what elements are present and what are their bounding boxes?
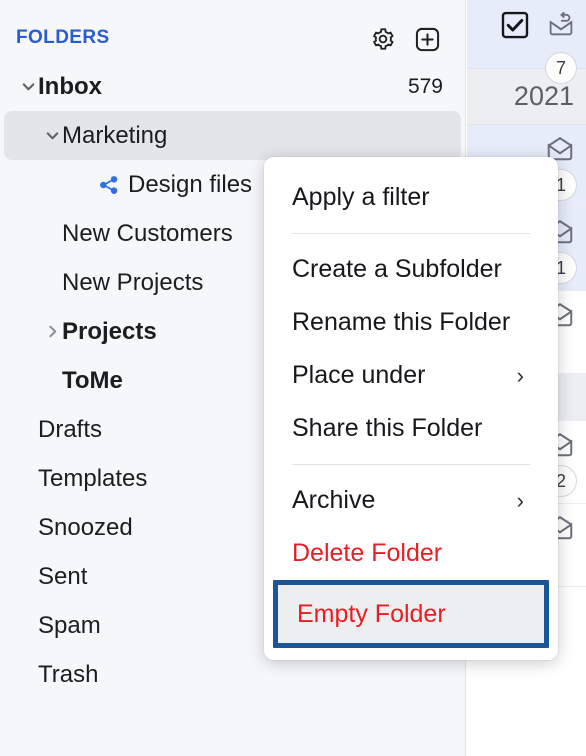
- sidebar-item-label: Marketing: [62, 121, 168, 149]
- chevron-right-icon[interactable]: [42, 323, 62, 340]
- page-title: FOLDERS: [16, 27, 110, 48]
- chevron-down-icon[interactable]: [42, 127, 62, 144]
- menu-item-label: Archive: [292, 486, 376, 514]
- menu-separator: [292, 464, 530, 465]
- select-all-checkbox[interactable]: [500, 10, 530, 45]
- sidebar-item-label: Trash: [38, 660, 99, 688]
- submenu-chevron-right-icon: ›: [516, 362, 524, 388]
- folder-unread-count: 579: [407, 74, 443, 98]
- menu-item-label: Empty Folder: [297, 599, 446, 628]
- menu-item-label: Delete Folder: [292, 539, 443, 567]
- chevron-down-icon[interactable]: [18, 78, 38, 95]
- submenu-chevron-right-icon: ›: [516, 487, 524, 513]
- menu-item-archive[interactable]: Archive ›: [264, 474, 558, 527]
- sidebar-item-label: Snoozed: [38, 513, 133, 541]
- menu-item-place-under[interactable]: Place under ›: [264, 349, 558, 402]
- menu-item-share-this-folder[interactable]: Share this Folder: [264, 402, 558, 455]
- sidebar-item-label: New Customers: [62, 219, 233, 247]
- sidebar-item-label: Spam: [38, 611, 101, 639]
- menu-item-apply-a-filter[interactable]: Apply a filter: [264, 171, 558, 224]
- menu-item-label: Create a Subfolder: [292, 255, 502, 283]
- sidebar-item-label: Drafts: [38, 415, 103, 443]
- sidebar-item-label: Design files: [128, 170, 253, 198]
- menu-item-create-a-subfolder[interactable]: Create a Subfolder: [264, 243, 558, 296]
- status-badge: 7: [545, 52, 577, 84]
- menu-item-delete-folder[interactable]: Delete Folder: [264, 527, 558, 580]
- share-icon: [96, 174, 122, 196]
- menu-item-label: Rename this Folder: [292, 308, 511, 336]
- menu-item-empty-folder[interactable]: Empty Folder: [273, 580, 549, 648]
- folder-context-menu: Apply a filter Create a Subfolder Rename t…: [264, 157, 558, 660]
- add-folder-icon[interactable]: [413, 25, 441, 53]
- sidebar-item-marketing[interactable]: Marketing: [4, 111, 461, 160]
- sidebar-item-inbox[interactable]: Inbox 579: [4, 62, 461, 111]
- menu-item-rename-this-folder[interactable]: Rename this Folder: [264, 296, 558, 349]
- mark-unread-icon[interactable]: [546, 10, 576, 45]
- sidebar-header-actions: [369, 25, 441, 53]
- sidebar-item-label: Sent: [38, 562, 88, 590]
- settings-gear-icon[interactable]: [369, 25, 397, 53]
- menu-separator: [292, 233, 530, 234]
- sidebar-item-label: Templates: [38, 464, 148, 492]
- sidebar-header: FOLDERS: [0, 0, 465, 62]
- menu-item-label: Share this Folder: [292, 414, 483, 442]
- sidebar-item-label: ToMe: [62, 366, 123, 394]
- message-list-toolbar: 7: [467, 0, 586, 84]
- sidebar-item-label: New Projects: [62, 268, 204, 296]
- menu-item-label: Place under: [292, 361, 426, 389]
- sidebar-item-label: Inbox: [38, 72, 102, 100]
- menu-item-label: Apply a filter: [292, 183, 430, 211]
- sidebar-item-label: Projects: [62, 317, 157, 345]
